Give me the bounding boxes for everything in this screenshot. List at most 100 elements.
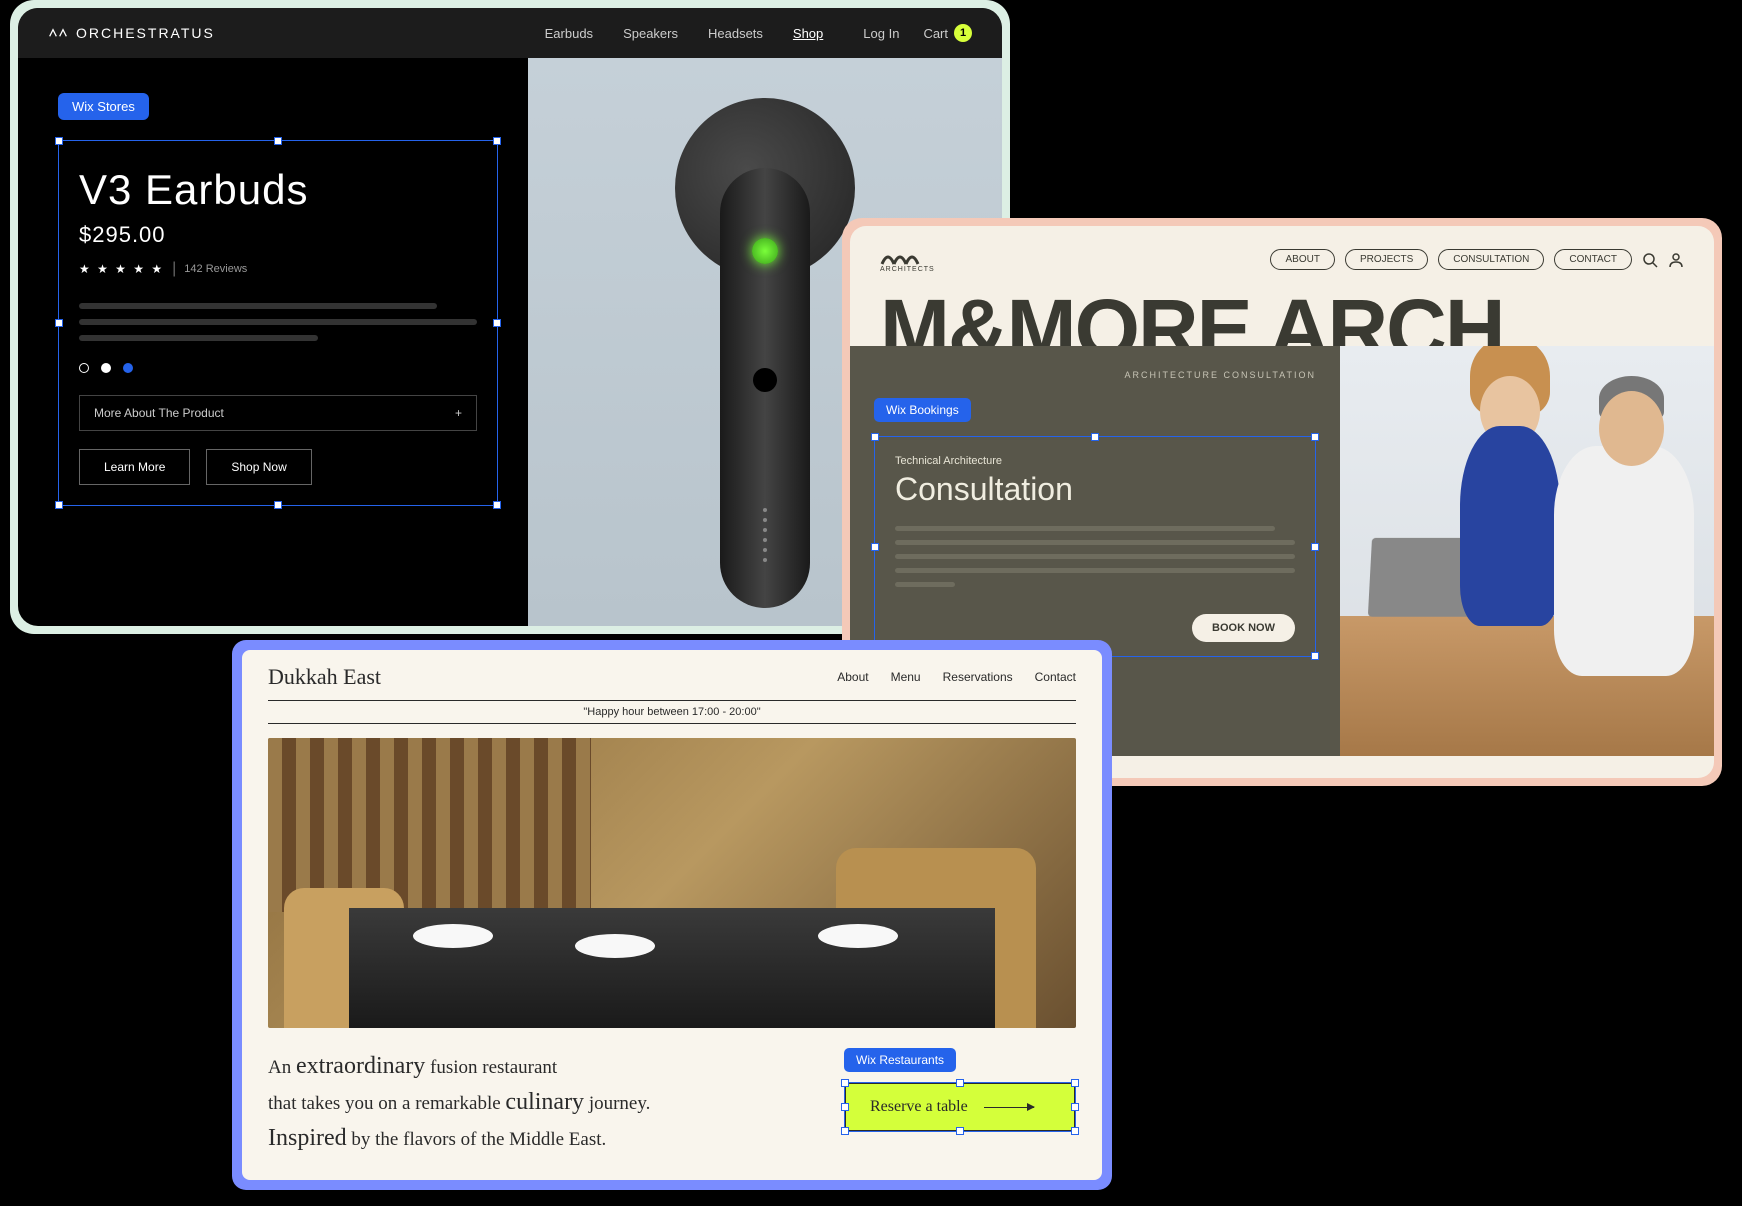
nav-speakers[interactable]: Speakers: [623, 26, 678, 41]
resize-handle[interactable]: [841, 1103, 849, 1111]
arch-nav: ABOUT PROJECTS CONSULTATION CONTACT: [1270, 249, 1684, 270]
resize-handle[interactable]: [841, 1127, 849, 1135]
wix-stores-tag: Wix Stores: [58, 93, 149, 120]
wix-restaurants-tag: Wix Restaurants: [844, 1048, 956, 1072]
earbud-sensor-graphic: [753, 368, 777, 392]
resize-handle[interactable]: [493, 319, 501, 327]
consultation-title: Consultation: [895, 471, 1295, 508]
resize-handle[interactable]: [55, 137, 63, 145]
resize-handle[interactable]: [1311, 543, 1319, 551]
resize-handle[interactable]: [1071, 1079, 1079, 1087]
selection-frame[interactable]: Reserve a table: [844, 1082, 1076, 1132]
dukkah-east-card: Dukkah East About Menu Reservations Cont…: [232, 640, 1112, 1190]
star-rating-icon: ★ ★ ★ ★ ★: [79, 262, 164, 276]
resize-handle[interactable]: [55, 319, 63, 327]
accordion-label: More About The Product: [94, 406, 224, 420]
person2-head: [1599, 391, 1664, 466]
resize-handle[interactable]: [55, 501, 63, 509]
text-line: [79, 335, 318, 341]
resize-handle[interactable]: [956, 1127, 964, 1135]
resize-handle[interactable]: [493, 137, 501, 145]
color-option-outline[interactable]: [79, 363, 89, 373]
resize-handle[interactable]: [871, 433, 879, 441]
happy-hour-banner: "Happy hour between 17:00 - 20:00": [268, 700, 1076, 724]
plate-graphic: [413, 924, 493, 948]
arch-logo-icon: [880, 246, 920, 266]
action-buttons: Learn More Shop Now: [79, 449, 477, 485]
wix-bookings-tag: Wix Bookings: [874, 398, 971, 422]
consultation-pretitle: Technical Architecture: [895, 455, 1295, 467]
nav-contact[interactable]: CONTACT: [1554, 249, 1632, 270]
consultation-image: [1340, 346, 1714, 756]
arch-logo[interactable]: ARCHITECTS: [880, 246, 935, 273]
person2-body: [1554, 446, 1694, 676]
wood-slats-graphic: [268, 738, 591, 912]
text-line: [895, 568, 1295, 573]
selection-frame[interactable]: V3 Earbuds $295.00 ★ ★ ★ ★ ★ | 142 Revie…: [58, 140, 498, 506]
resize-handle[interactable]: [1071, 1103, 1079, 1111]
selection-frame[interactable]: Technical Architecture Consultation BOOK…: [874, 436, 1316, 657]
nav-contact[interactable]: Contact: [1035, 670, 1076, 684]
plate-graphic: [818, 924, 898, 948]
resize-handle[interactable]: [956, 1079, 964, 1087]
product-price: $295.00: [79, 222, 477, 248]
color-option-blue[interactable]: [123, 363, 133, 373]
top-nav-bar: ORCHESTRATUS Earbuds Speakers Headsets S…: [18, 8, 1002, 58]
resize-handle[interactable]: [1311, 433, 1319, 441]
user-icon[interactable]: [1668, 252, 1684, 268]
nav-menu[interactable]: Menu: [891, 670, 921, 684]
resize-handle[interactable]: [493, 501, 501, 509]
cart-label: Cart: [923, 26, 948, 41]
resize-handle[interactable]: [1071, 1127, 1079, 1135]
reserve-table-button[interactable]: Reserve a table: [845, 1083, 1075, 1131]
brand-logo[interactable]: ORCHESTRATUS: [48, 25, 215, 41]
restaurant-logo[interactable]: Dukkah East: [268, 664, 381, 690]
product-title: V3 Earbuds: [79, 166, 477, 214]
nav-shop[interactable]: Shop: [793, 26, 823, 41]
resize-handle[interactable]: [274, 501, 282, 509]
search-icon[interactable]: [1642, 252, 1658, 268]
restaurant-tagline: An extraordinary fusion restaurant that …: [268, 1048, 814, 1156]
color-option-white[interactable]: [101, 363, 111, 373]
nav-reservations[interactable]: Reservations: [943, 670, 1013, 684]
person1-body: [1460, 426, 1560, 626]
color-selector: [79, 363, 477, 373]
reviews-row: ★ ★ ★ ★ ★ | 142 Reviews: [79, 260, 477, 278]
resize-handle[interactable]: [841, 1079, 849, 1087]
plus-icon: +: [455, 406, 462, 420]
restaurant-header: Dukkah East About Menu Reservations Cont…: [242, 650, 1102, 700]
nav-headsets[interactable]: Headsets: [708, 26, 763, 41]
text-line: [895, 526, 1275, 531]
main-nav: Earbuds Speakers Headsets Shop: [545, 26, 824, 41]
description-placeholder: [79, 303, 477, 341]
cart-link[interactable]: Cart 1: [923, 24, 972, 42]
shop-now-button[interactable]: Shop Now: [206, 449, 311, 485]
resize-handle[interactable]: [1091, 433, 1099, 441]
resize-handle[interactable]: [274, 137, 282, 145]
nav-right: Log In Cart 1: [863, 24, 972, 42]
cta-wrap: Wix Restaurants Reserve a table: [844, 1048, 1076, 1132]
nav-projects[interactable]: PROJECTS: [1345, 249, 1428, 270]
arrow-right-icon: [984, 1107, 1034, 1108]
review-count: 142 Reviews: [184, 263, 247, 275]
arch-logo-sub: ARCHITECTS: [880, 266, 935, 273]
arch-header: ARCHITECTS ABOUT PROJECTS CONSULTATION C…: [850, 226, 1714, 346]
more-about-accordion[interactable]: More About The Product +: [79, 395, 477, 431]
nav-consultation[interactable]: CONSULTATION: [1438, 249, 1544, 270]
arch-sublabel: ARCHITECTURE CONSULTATION: [874, 370, 1316, 380]
nav-earbuds[interactable]: Earbuds: [545, 26, 593, 41]
text-line: [79, 303, 437, 309]
earbud-mic-dots: [763, 508, 767, 562]
login-link[interactable]: Log In: [863, 26, 899, 41]
book-now-button[interactable]: BOOK NOW: [1192, 614, 1295, 642]
nav-about[interactable]: About: [837, 670, 868, 684]
resize-handle[interactable]: [871, 543, 879, 551]
nav-about[interactable]: ABOUT: [1270, 249, 1334, 270]
resize-handle[interactable]: [1311, 652, 1319, 660]
text-line: [895, 540, 1295, 545]
text-line: [895, 582, 955, 587]
arch-toprow: ARCHITECTS ABOUT PROJECTS CONSULTATION C…: [880, 246, 1684, 273]
learn-more-button[interactable]: Learn More: [79, 449, 190, 485]
text-line: [895, 554, 1295, 559]
product-info-panel: Wix Stores V3 Earbuds $295.00 ★ ★ ★ ★ ★ …: [18, 58, 528, 626]
